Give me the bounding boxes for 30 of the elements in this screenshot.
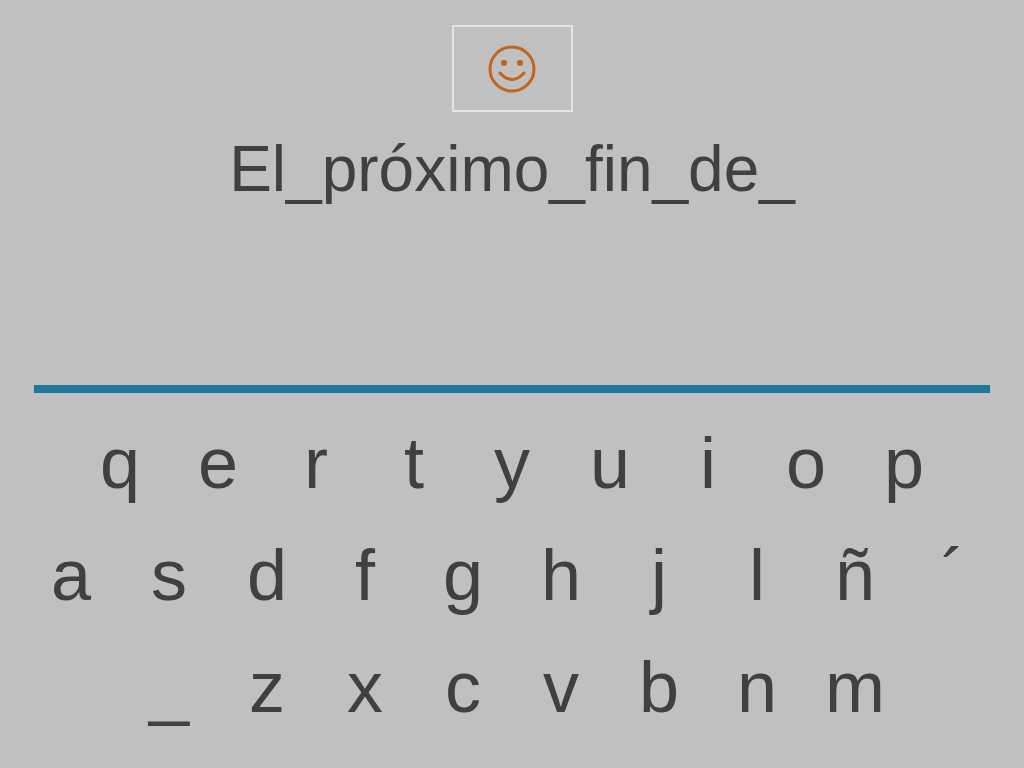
letter-key[interactable]: ´	[904, 525, 1002, 625]
letter-key[interactable]: q	[71, 413, 169, 513]
letter-key[interactable]: c	[414, 637, 512, 737]
letter-key[interactable]: b	[610, 637, 708, 737]
hint-button[interactable]	[451, 25, 573, 112]
letter-key[interactable]: f	[316, 525, 414, 625]
letter-key[interactable]: j	[610, 525, 708, 625]
letter-key[interactable]: e	[169, 413, 267, 513]
letter-key[interactable]: t	[365, 413, 463, 513]
letter-key[interactable]: p	[855, 413, 953, 513]
letter-key[interactable]: u	[561, 413, 659, 513]
letter-key[interactable]: x	[316, 637, 414, 737]
letter-key[interactable]: g	[414, 525, 512, 625]
letter-key[interactable]: i	[659, 413, 757, 513]
letter-key[interactable]: h	[512, 525, 610, 625]
letter-key[interactable]: d	[218, 525, 316, 625]
letter-key[interactable]: ñ	[806, 525, 904, 625]
letter-key[interactable]: z	[218, 637, 316, 737]
letter-key[interactable]: v	[512, 637, 610, 737]
smiley-icon	[487, 43, 537, 94]
letter-key[interactable]: m	[806, 637, 904, 737]
letter-key[interactable]: a	[22, 525, 120, 625]
letter-key[interactable]: n	[708, 637, 806, 737]
letter-key[interactable]: r	[267, 413, 365, 513]
sentence-text: El_próximo_fin_de_	[229, 132, 795, 206]
letter-key[interactable]: _	[120, 637, 218, 737]
letter-key[interactable]: y	[463, 413, 561, 513]
letter-key[interactable]: l	[708, 525, 806, 625]
letter-key[interactable]: o	[757, 413, 855, 513]
letter-key[interactable]: s	[120, 525, 218, 625]
